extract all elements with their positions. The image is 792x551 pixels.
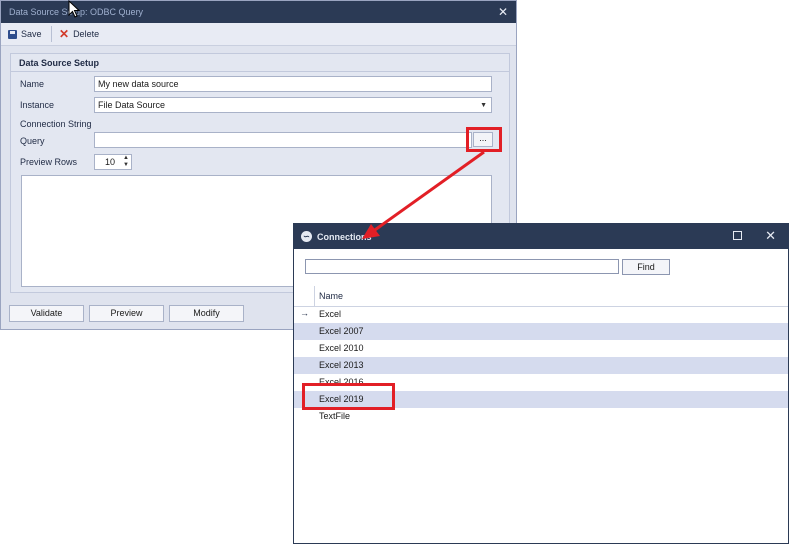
annotation-arrow [362, 150, 485, 239]
arrow-head [362, 224, 380, 239]
mouse-cursor-icon [68, 0, 80, 18]
arrow-shaft [371, 150, 485, 234]
